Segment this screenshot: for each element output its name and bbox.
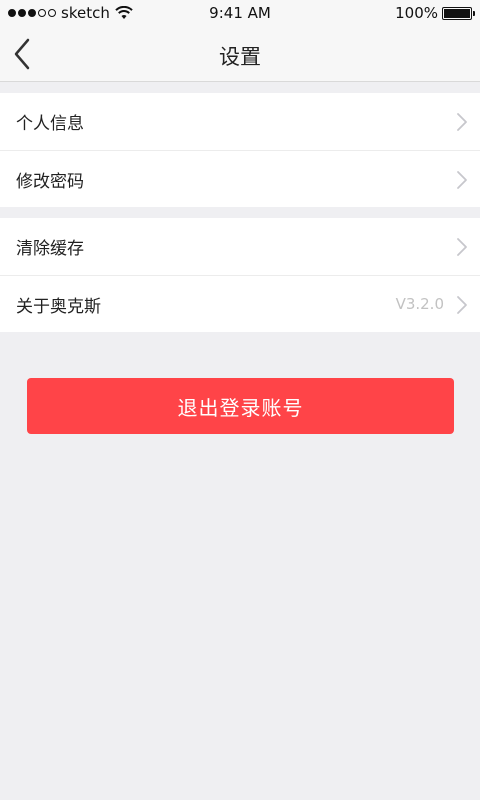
nav-bar: 设置 <box>0 26 480 82</box>
battery-percent: 100% <box>395 4 438 22</box>
settings-item-profile[interactable]: 个人信息 <box>0 93 480 150</box>
settings-item-change-password[interactable]: 修改密码 <box>0 150 480 207</box>
chevron-right-icon <box>457 296 467 314</box>
settings-item-label: 清除缓存 <box>16 239 84 259</box>
settings-item-about[interactable]: 关于奥克斯 V3.2.0 <box>0 275 480 332</box>
settings-group-app: 清除缓存 关于奥克斯 V3.2.0 <box>0 218 480 332</box>
settings-item-label: 修改密码 <box>16 171 84 192</box>
page-title: 设置 <box>219 45 261 69</box>
settings-group-account: 个人信息 修改密码 <box>0 93 480 207</box>
status-bar: sketch 9:41 AM 100% <box>0 0 480 26</box>
settings-item-clear-cache[interactable]: 清除缓存 <box>0 218 480 275</box>
settings-item-label: 个人信息 <box>16 114 84 134</box>
settings-item-label: 关于奥克斯 <box>16 296 101 317</box>
logout-button[interactable]: 退出登录账号 <box>27 378 454 434</box>
chevron-right-icon <box>457 171 467 189</box>
status-right: 100% <box>395 4 475 22</box>
version-label: V3.2.0 <box>395 295 444 313</box>
chevron-right-icon <box>457 238 467 256</box>
chevron-right-icon <box>457 113 467 131</box>
battery-icon <box>442 6 475 20</box>
